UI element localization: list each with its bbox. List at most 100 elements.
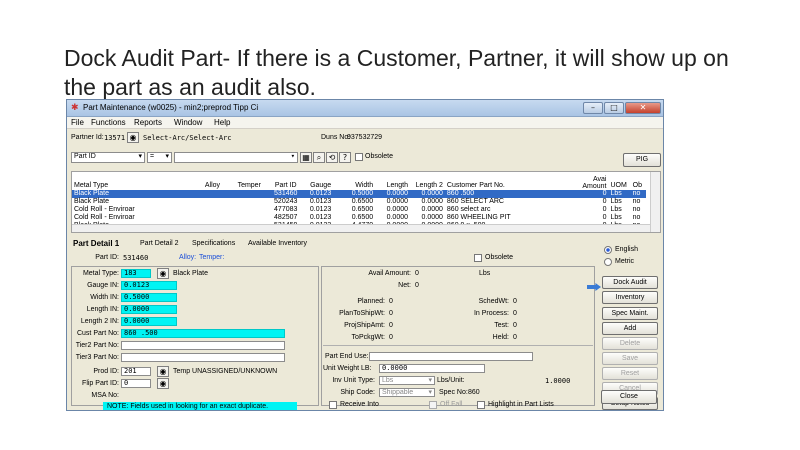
col-alloy[interactable]: Alloy <box>203 172 236 190</box>
dock-audit-button[interactable]: Dock Audit <box>602 276 658 289</box>
table-row[interactable]: Cold Roll - Enviroar 477083 0.0123 0.6500 0.… <box>72 206 646 214</box>
metric-radio[interactable] <box>604 258 612 266</box>
part-end-use-input[interactable] <box>369 352 533 361</box>
search-operator-select[interactable]: = ▾ <box>147 152 172 163</box>
col-temper[interactable]: Temper <box>236 172 269 190</box>
highlight-label: Highlight in Part Lists <box>488 401 554 408</box>
tab-part-detail-2[interactable]: Part Detail 2 <box>140 240 179 247</box>
binoculars-icon[interactable]: ◉ <box>157 378 169 389</box>
prod-id-label: Prod ID: <box>93 368 119 375</box>
menu-file[interactable]: File <box>71 118 84 127</box>
table-cell <box>203 198 236 206</box>
to-pckg-value: 0 <box>389 334 393 341</box>
col-length[interactable]: Length <box>375 172 410 190</box>
col-uom[interactable]: UOM <box>608 172 630 190</box>
flip-part-input[interactable]: 0 <box>121 379 151 388</box>
search-field-select[interactable]: Part ID ▾ <box>71 152 145 163</box>
window-title: Part Maintenance (w0025) - min2;preprod … <box>83 103 259 112</box>
off-fall-checkbox[interactable] <box>429 401 437 409</box>
col-avail-amount[interactable]: Avai Amount <box>565 172 609 190</box>
save-button[interactable]: Save <box>602 352 658 365</box>
menu-help[interactable]: Help <box>214 118 230 127</box>
col-length2[interactable]: Length 2 <box>410 172 445 190</box>
lbs-unit-value: 1.0000 <box>545 377 571 385</box>
close-window-button[interactable]: Close <box>601 390 657 404</box>
grid-header: Metal Type Alloy Temper Part ID Gauge Wi… <box>72 172 646 190</box>
search-operator-value: = <box>150 153 155 160</box>
maximize-button[interactable]: □ <box>604 102 624 114</box>
tier2-part-input[interactable] <box>121 341 285 350</box>
menu-reports[interactable]: Reports <box>134 118 162 127</box>
spec-maint-button[interactable]: Spec Maint. <box>602 307 658 320</box>
sched-wt-value: 0 <box>513 298 517 305</box>
length2-input[interactable]: 0.0000 <box>121 317 177 326</box>
table-cell: no <box>632 206 641 213</box>
help-icon[interactable]: ? <box>339 152 351 163</box>
table-cell <box>203 206 236 214</box>
pig-button[interactable]: PIG <box>623 153 661 167</box>
col-part-id[interactable]: Part ID <box>268 172 303 190</box>
metal-type-input[interactable]: 183 <box>121 269 151 278</box>
reset-button[interactable]: Reset <box>602 367 658 380</box>
binoculars-icon[interactable]: ◉ <box>127 132 139 143</box>
table-cell: no <box>632 214 641 221</box>
col-gauge[interactable]: Gauge <box>303 172 338 190</box>
unit-weight-input[interactable]: 0.0000 <box>379 364 485 373</box>
gauge-input[interactable]: 0.0123 <box>121 281 177 290</box>
english-radio[interactable] <box>604 246 612 254</box>
inv-unit-type-select[interactable]: Lbs ▾ <box>379 376 435 385</box>
chevron-down-icon: ▾ <box>428 389 432 396</box>
temper-label: Temper: <box>199 254 225 261</box>
col-width[interactable]: Width <box>338 172 375 190</box>
msa-label: MSA No: <box>91 392 119 399</box>
grid-horizontal-scrollbar[interactable] <box>72 224 650 232</box>
chevron-down-icon: ▾ <box>165 153 169 160</box>
col-obsolete[interactable]: Ob <box>631 172 646 190</box>
width-input[interactable]: 0.5000 <box>121 293 177 302</box>
obsolete-checkbox[interactable] <box>355 153 363 161</box>
part-id-label: Part ID: <box>95 254 119 261</box>
alloy-label: Alloy: <box>179 254 197 261</box>
tab-available-inventory[interactable]: Available Inventory <box>248 240 307 247</box>
close-button[interactable]: ✕ <box>625 102 661 114</box>
prod-id-input[interactable]: 201 <box>121 367 151 376</box>
binoculars-icon[interactable]: ◉ <box>157 268 169 279</box>
table-row[interactable]: Black Plate 520243 0.0123 0.6500 0.0000 0.000… <box>72 198 646 206</box>
slide-title: Dock Audit Part- If there is a Customer,… <box>64 45 729 100</box>
detail-obsolete-checkbox[interactable] <box>474 254 482 262</box>
refresh-icon[interactable]: ⟲ <box>326 152 338 163</box>
title-bar[interactable]: ✱ Part Maintenance (w0025) - min2;prepro… <box>67 100 663 117</box>
tab-specifications[interactable]: Specifications <box>192 240 235 247</box>
inventory-button[interactable]: Inventory <box>602 291 658 304</box>
table-row[interactable]: Cold Roll - Enviroar 482507 0.0123 0.6500 0.… <box>72 214 646 222</box>
cust-part-input[interactable]: 860 .500 <box>121 329 285 338</box>
tab-part-detail-1[interactable]: Part Detail 1 <box>73 239 119 248</box>
length-label: Length IN: <box>86 306 119 313</box>
binoculars-icon[interactable]: ◉ <box>157 366 169 377</box>
highlight-checkbox[interactable] <box>477 401 485 409</box>
menu-window[interactable]: Window <box>174 118 202 127</box>
spec-no-label: Spec No: <box>439 389 468 396</box>
col-customer-part[interactable]: Customer Part No. <box>445 172 565 190</box>
in-process-value: 0 <box>513 310 517 317</box>
metal-type-label: Metal Type: <box>82 270 119 277</box>
delete-button[interactable]: Delete <box>602 337 658 350</box>
held-value: 0 <box>513 334 517 341</box>
add-button[interactable]: Add <box>602 322 658 335</box>
table-icon[interactable]: ▦ <box>300 152 312 163</box>
grid-vertical-scrollbar[interactable] <box>650 172 660 232</box>
tier3-part-input[interactable] <box>121 353 285 362</box>
search-icon[interactable]: ⌕ <box>313 152 325 163</box>
table-cell: Lbs <box>608 190 631 198</box>
plan-to-ship-value: 0 <box>389 310 393 317</box>
ship-code-label: Ship Code: <box>340 389 375 396</box>
col-metal-type[interactable]: Metal Type <box>72 172 203 190</box>
receive-into-checkbox[interactable] <box>329 401 337 409</box>
ship-code-select[interactable]: Shippable ▾ <box>379 388 435 397</box>
menu-functions[interactable]: Functions <box>91 118 126 127</box>
plan-to-ship-label: PlanToShipWt: <box>339 310 385 317</box>
table-row[interactable]: Black Plate 531460 0.0123 0.5000 0.0000 0.000… <box>72 190 646 198</box>
length-input[interactable]: 0.0000 <box>121 305 177 314</box>
search-input[interactable]: ▾ <box>174 152 298 163</box>
minimize-button[interactable]: – <box>583 102 603 114</box>
